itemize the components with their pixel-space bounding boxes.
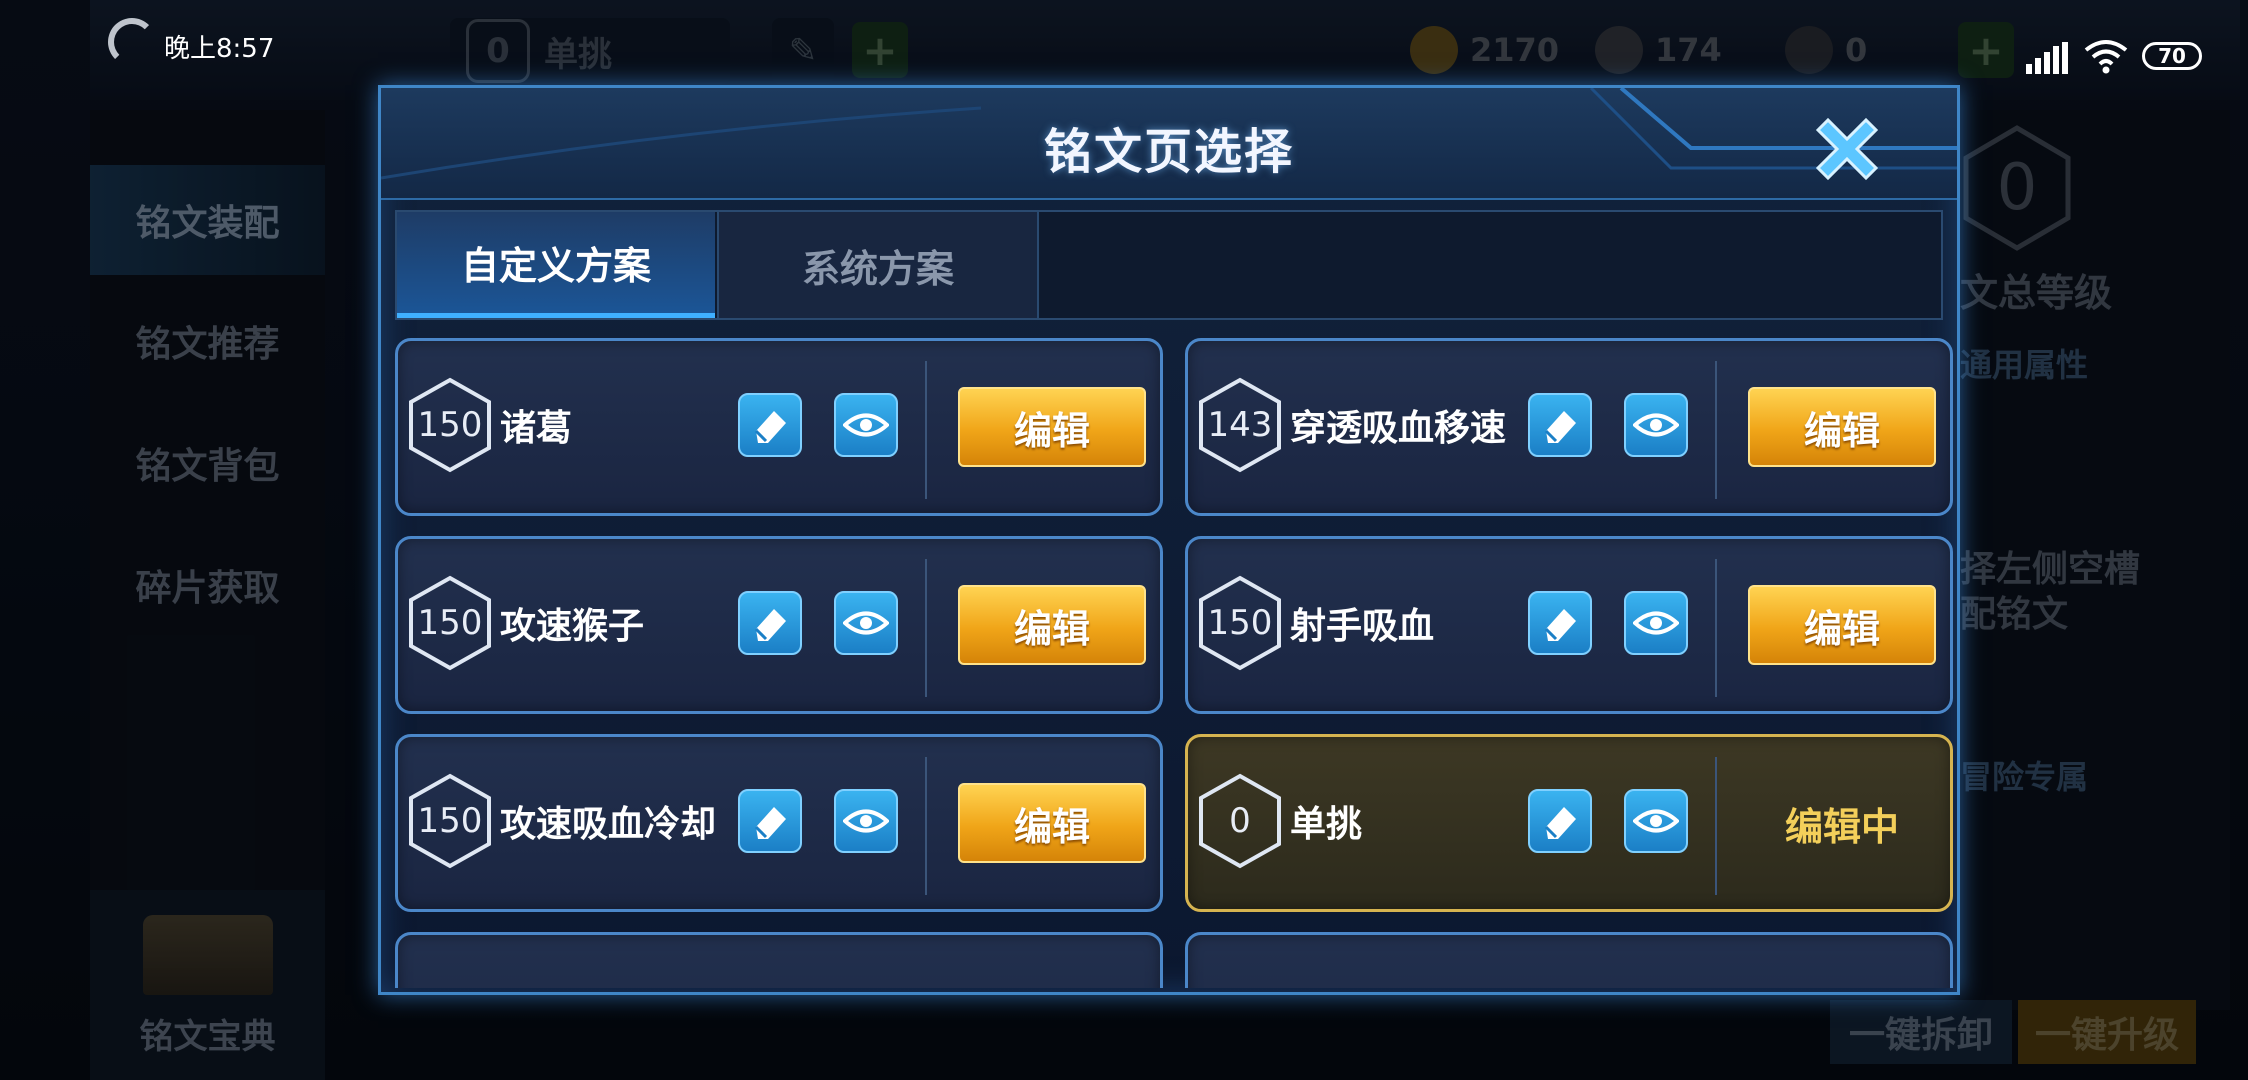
rune-page-card[interactable]: 0 单挑 编辑中 xyxy=(1185,734,1953,912)
rename-button[interactable] xyxy=(738,789,802,853)
rune-page-card[interactable]: 150 攻速猴子 编辑 xyxy=(395,536,1163,714)
preview-button[interactable] xyxy=(834,393,898,457)
rename-button[interactable] xyxy=(1528,789,1592,853)
page-level: 143 xyxy=(1207,405,1273,445)
status-time: 晚上8:57 xyxy=(164,34,275,64)
eye-icon xyxy=(843,809,889,833)
preview-button[interactable] xyxy=(834,591,898,655)
page-name: 射手吸血 xyxy=(1290,606,1435,647)
rune-page-dialog: 铭文页选择 自定义方案 系统方案 150 诸葛 编辑 143 穿透吸血移速 编辑 150 攻速… xyxy=(378,85,1960,995)
card-divider xyxy=(925,361,927,499)
page-level: 0 xyxy=(1229,801,1251,841)
level-hex-icon: 150 xyxy=(1198,575,1282,671)
edit-button[interactable]: 编辑 xyxy=(1748,387,1936,467)
rename-button[interactable] xyxy=(1528,393,1592,457)
page-level: 150 xyxy=(417,603,483,643)
eraser-icon xyxy=(1544,411,1576,443)
page-level: 150 xyxy=(1207,603,1273,643)
rename-button[interactable] xyxy=(1528,591,1592,655)
close-button[interactable] xyxy=(1806,108,1888,190)
rune-page-card[interactable]: 150 射手吸血 编辑 xyxy=(1185,536,1953,714)
rune-page-card[interactable]: 143 穿透吸血移速 编辑 xyxy=(1185,338,1953,516)
page-name: 诸葛 xyxy=(500,408,573,449)
level-hex-icon: 150 xyxy=(408,575,492,671)
eye-icon xyxy=(843,413,889,437)
edit-button[interactable]: 编辑 xyxy=(1748,585,1936,665)
editing-status: 编辑中 xyxy=(1784,804,1899,849)
scheme-tabs: 自定义方案 系统方案 xyxy=(395,210,1943,320)
eraser-icon xyxy=(754,807,786,839)
rune-page-card[interactable]: 150 攻速吸血冷却 编辑 xyxy=(395,734,1163,912)
floating-ball-icon[interactable] xyxy=(108,18,156,66)
rename-button[interactable] xyxy=(738,393,802,457)
preview-button[interactable] xyxy=(1624,591,1688,655)
rune-page-list[interactable]: 150 诸葛 编辑 143 穿透吸血移速 编辑 150 攻速猴子 编辑 150 射手吸血 编辑 150 攻… xyxy=(395,338,1955,988)
eye-icon xyxy=(1633,611,1679,635)
edit-button[interactable]: 编辑 xyxy=(958,387,1146,467)
page-level: 150 xyxy=(417,405,483,445)
rename-button[interactable] xyxy=(738,591,802,655)
card-divider xyxy=(1715,757,1717,895)
preview-button[interactable] xyxy=(1624,789,1688,853)
level-hex-icon: 150 xyxy=(408,773,492,869)
card-divider xyxy=(1715,361,1717,499)
page-name: 单挑 xyxy=(1290,804,1363,845)
tab-system-schemes[interactable]: 系统方案 xyxy=(717,212,1039,318)
battery-icon: 70 xyxy=(2142,42,2202,70)
eraser-icon xyxy=(1544,807,1576,839)
level-hex-icon: 143 xyxy=(1198,377,1282,473)
preview-button[interactable] xyxy=(834,789,898,853)
eraser-icon xyxy=(1544,609,1576,641)
close-icon xyxy=(1815,117,1879,181)
level-hex-icon: 0 xyxy=(1198,773,1282,869)
eraser-icon xyxy=(754,609,786,641)
edit-button[interactable]: 编辑 xyxy=(958,783,1146,863)
dialog-header: 铭文页选择 xyxy=(381,88,1957,200)
tab-custom-schemes[interactable]: 自定义方案 xyxy=(397,212,715,318)
dialog-title: 铭文页选择 xyxy=(1043,124,1294,180)
eraser-icon xyxy=(754,411,786,443)
rune-page-card[interactable]: 150 诸葛 编辑 xyxy=(395,338,1163,516)
rune-page-card-partial[interactable] xyxy=(395,932,1163,988)
page-level: 150 xyxy=(417,801,483,841)
rune-page-card-partial[interactable] xyxy=(1185,932,1953,988)
page-name: 穿透吸血移速 xyxy=(1290,408,1507,449)
edit-button[interactable]: 编辑 xyxy=(958,585,1146,665)
page-name: 攻速猴子 xyxy=(500,606,645,647)
card-divider xyxy=(925,559,927,697)
card-divider xyxy=(1715,559,1717,697)
preview-button[interactable] xyxy=(1624,393,1688,457)
level-hex-icon: 150 xyxy=(408,377,492,473)
eye-icon xyxy=(1633,809,1679,833)
eye-icon xyxy=(843,611,889,635)
card-divider xyxy=(925,757,927,895)
signal-icon xyxy=(2026,42,2070,78)
eye-icon xyxy=(1633,413,1679,437)
page-name: 攻速吸血冷却 xyxy=(500,804,717,845)
wifi-icon xyxy=(2084,38,2128,78)
